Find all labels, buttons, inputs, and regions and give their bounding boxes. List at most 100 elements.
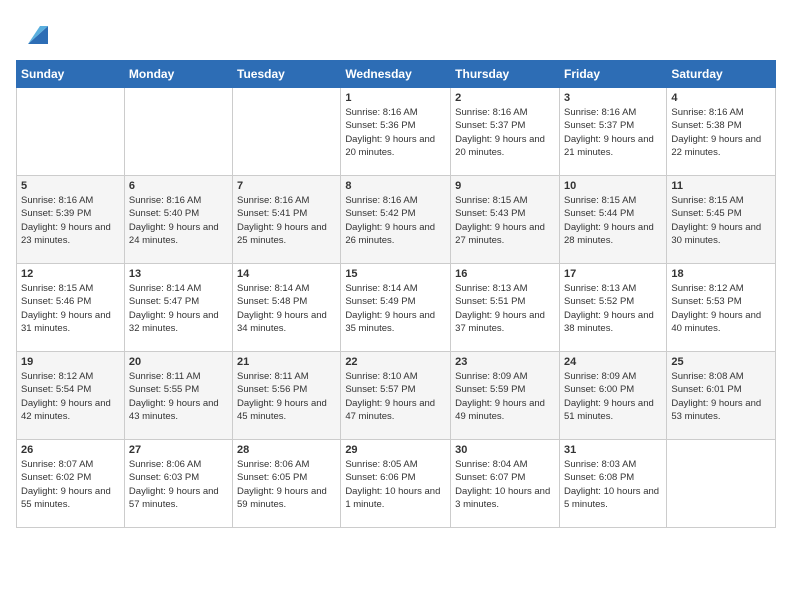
calendar-cell: 24 Sunrise: 8:09 AM Sunset: 6:00 PM Dayli… bbox=[559, 352, 666, 440]
day-info: Sunrise: 8:13 AM Sunset: 5:52 PM Dayligh… bbox=[564, 282, 662, 335]
day-info: Sunrise: 8:08 AM Sunset: 6:01 PM Dayligh… bbox=[671, 370, 771, 423]
day-info: Sunrise: 8:16 AM Sunset: 5:37 PM Dayligh… bbox=[564, 106, 662, 159]
day-info: Sunrise: 8:16 AM Sunset: 5:39 PM Dayligh… bbox=[21, 194, 120, 247]
calendar-cell: 14 Sunrise: 8:14 AM Sunset: 5:48 PM Dayli… bbox=[233, 264, 341, 352]
calendar-cell: 23 Sunrise: 8:09 AM Sunset: 5:59 PM Dayli… bbox=[451, 352, 560, 440]
calendar-cell: 3Sunrise: 8:16 AM Sunset: 5:37 PM Daylig… bbox=[559, 88, 666, 176]
day-number: 17 bbox=[564, 268, 662, 280]
calendar-cell: 16 Sunrise: 8:13 AM Sunset: 5:51 PM Dayli… bbox=[451, 264, 560, 352]
calendar-cell: 6 Sunrise: 8:16 AM Sunset: 5:40 PM Daylig… bbox=[124, 176, 232, 264]
logo-icon bbox=[20, 16, 52, 48]
calendar-cell: 2Sunrise: 8:16 AM Sunset: 5:37 PM Daylig… bbox=[451, 88, 560, 176]
day-info: Sunrise: 8:13 AM Sunset: 5:51 PM Dayligh… bbox=[455, 282, 555, 335]
day-info: Sunrise: 8:03 AM Sunset: 6:08 PM Dayligh… bbox=[564, 458, 662, 511]
day-number: 9 bbox=[455, 180, 555, 192]
weekday-header: Tuesday bbox=[233, 61, 341, 88]
calendar-week-row: 12 Sunrise: 8:15 AM Sunset: 5:46 PM Dayli… bbox=[17, 264, 776, 352]
day-number: 24 bbox=[564, 356, 662, 368]
logo bbox=[16, 16, 52, 48]
day-number: 30 bbox=[455, 444, 555, 456]
day-info: Sunrise: 8:09 AM Sunset: 5:59 PM Dayligh… bbox=[455, 370, 555, 423]
weekday-header: Sunday bbox=[17, 61, 125, 88]
day-number: 14 bbox=[237, 268, 336, 280]
weekday-header: Thursday bbox=[451, 61, 560, 88]
day-number: 18 bbox=[671, 268, 771, 280]
calendar-cell: 12 Sunrise: 8:15 AM Sunset: 5:46 PM Dayli… bbox=[17, 264, 125, 352]
day-number: 1 bbox=[345, 92, 446, 104]
day-info: Sunrise: 8:14 AM Sunset: 5:47 PM Dayligh… bbox=[129, 282, 228, 335]
day-number: 26 bbox=[21, 444, 120, 456]
day-number: 28 bbox=[237, 444, 336, 456]
day-info: Sunrise: 8:16 AM Sunset: 5:36 PM Dayligh… bbox=[345, 106, 446, 159]
calendar-cell: 4 Sunrise: 8:16 AM Sunset: 5:38 PM Daylig… bbox=[667, 88, 776, 176]
calendar-cell: 5Sunrise: 8:16 AM Sunset: 5:39 PM Daylig… bbox=[17, 176, 125, 264]
weekday-header: Monday bbox=[124, 61, 232, 88]
day-info: Sunrise: 8:11 AM Sunset: 5:55 PM Dayligh… bbox=[129, 370, 228, 423]
calendar-cell: 21Sunrise: 8:11 AM Sunset: 5:56 PM Dayli… bbox=[233, 352, 341, 440]
calendar-cell: 19 Sunrise: 8:12 AM Sunset: 5:54 PM Dayli… bbox=[17, 352, 125, 440]
day-info: Sunrise: 8:12 AM Sunset: 5:54 PM Dayligh… bbox=[21, 370, 120, 423]
day-info: Sunrise: 8:12 AM Sunset: 5:53 PM Dayligh… bbox=[671, 282, 771, 335]
calendar-cell bbox=[17, 88, 125, 176]
calendar-cell bbox=[124, 88, 232, 176]
day-info: Sunrise: 8:16 AM Sunset: 5:38 PM Dayligh… bbox=[671, 106, 771, 159]
calendar-cell: 22Sunrise: 8:10 AM Sunset: 5:57 PM Dayli… bbox=[341, 352, 451, 440]
calendar-cell: 18 Sunrise: 8:12 AM Sunset: 5:53 PM Dayli… bbox=[667, 264, 776, 352]
day-number: 6 bbox=[129, 180, 228, 192]
calendar-cell: 7Sunrise: 8:16 AM Sunset: 5:41 PM Daylig… bbox=[233, 176, 341, 264]
calendar-cell: 9 Sunrise: 8:15 AM Sunset: 5:43 PM Daylig… bbox=[451, 176, 560, 264]
day-number: 8 bbox=[345, 180, 446, 192]
calendar-cell: 29 Sunrise: 8:05 AM Sunset: 6:06 PM Dayli… bbox=[341, 440, 451, 528]
calendar-week-row: 26 Sunrise: 8:07 AM Sunset: 6:02 PM Dayli… bbox=[17, 440, 776, 528]
calendar-cell: 10 Sunrise: 8:15 AM Sunset: 5:44 PM Dayli… bbox=[559, 176, 666, 264]
calendar-cell bbox=[667, 440, 776, 528]
calendar-cell: 11Sunrise: 8:15 AM Sunset: 5:45 PM Dayli… bbox=[667, 176, 776, 264]
day-number: 4 bbox=[671, 92, 771, 104]
day-info: Sunrise: 8:15 AM Sunset: 5:46 PM Dayligh… bbox=[21, 282, 120, 335]
day-number: 16 bbox=[455, 268, 555, 280]
calendar-cell: 30 Sunrise: 8:04 AM Sunset: 6:07 PM Dayli… bbox=[451, 440, 560, 528]
calendar-cell: 26 Sunrise: 8:07 AM Sunset: 6:02 PM Dayli… bbox=[17, 440, 125, 528]
calendar-week-row: 5Sunrise: 8:16 AM Sunset: 5:39 PM Daylig… bbox=[17, 176, 776, 264]
day-info: Sunrise: 8:11 AM Sunset: 5:56 PM Dayligh… bbox=[237, 370, 336, 423]
calendar-week-row: 1 Sunrise: 8:16 AM Sunset: 5:36 PM Daylig… bbox=[17, 88, 776, 176]
calendar-cell: 25Sunrise: 8:08 AM Sunset: 6:01 PM Dayli… bbox=[667, 352, 776, 440]
day-number: 10 bbox=[564, 180, 662, 192]
calendar-cell: 15Sunrise: 8:14 AM Sunset: 5:49 PM Dayli… bbox=[341, 264, 451, 352]
day-info: Sunrise: 8:06 AM Sunset: 6:05 PM Dayligh… bbox=[237, 458, 336, 511]
calendar-cell: 27Sunrise: 8:06 AM Sunset: 6:03 PM Dayli… bbox=[124, 440, 232, 528]
calendar-cell: 28 Sunrise: 8:06 AM Sunset: 6:05 PM Dayli… bbox=[233, 440, 341, 528]
day-number: 19 bbox=[21, 356, 120, 368]
day-number: 20 bbox=[129, 356, 228, 368]
day-number: 29 bbox=[345, 444, 446, 456]
day-info: Sunrise: 8:15 AM Sunset: 5:45 PM Dayligh… bbox=[671, 194, 771, 247]
day-number: 7 bbox=[237, 180, 336, 192]
day-info: Sunrise: 8:16 AM Sunset: 5:42 PM Dayligh… bbox=[345, 194, 446, 247]
day-info: Sunrise: 8:06 AM Sunset: 6:03 PM Dayligh… bbox=[129, 458, 228, 511]
day-info: Sunrise: 8:09 AM Sunset: 6:00 PM Dayligh… bbox=[564, 370, 662, 423]
day-info: Sunrise: 8:15 AM Sunset: 5:43 PM Dayligh… bbox=[455, 194, 555, 247]
calendar-cell: 1 Sunrise: 8:16 AM Sunset: 5:36 PM Daylig… bbox=[341, 88, 451, 176]
page-header bbox=[16, 16, 776, 48]
day-info: Sunrise: 8:15 AM Sunset: 5:44 PM Dayligh… bbox=[564, 194, 662, 247]
day-info: Sunrise: 8:14 AM Sunset: 5:49 PM Dayligh… bbox=[345, 282, 446, 335]
calendar-cell: 31 Sunrise: 8:03 AM Sunset: 6:08 PM Dayli… bbox=[559, 440, 666, 528]
day-info: Sunrise: 8:05 AM Sunset: 6:06 PM Dayligh… bbox=[345, 458, 446, 511]
day-number: 2 bbox=[455, 92, 555, 104]
day-info: Sunrise: 8:07 AM Sunset: 6:02 PM Dayligh… bbox=[21, 458, 120, 511]
day-info: Sunrise: 8:16 AM Sunset: 5:40 PM Dayligh… bbox=[129, 194, 228, 247]
day-number: 12 bbox=[21, 268, 120, 280]
weekday-header: Wednesday bbox=[341, 61, 451, 88]
weekday-header: Friday bbox=[559, 61, 666, 88]
day-info: Sunrise: 8:14 AM Sunset: 5:48 PM Dayligh… bbox=[237, 282, 336, 335]
calendar-cell: 13 Sunrise: 8:14 AM Sunset: 5:47 PM Dayli… bbox=[124, 264, 232, 352]
day-info: Sunrise: 8:10 AM Sunset: 5:57 PM Dayligh… bbox=[345, 370, 446, 423]
day-number: 31 bbox=[564, 444, 662, 456]
day-number: 23 bbox=[455, 356, 555, 368]
calendar-table: SundayMondayTuesdayWednesdayThursdayFrid… bbox=[16, 60, 776, 528]
day-number: 13 bbox=[129, 268, 228, 280]
weekday-header: Saturday bbox=[667, 61, 776, 88]
calendar-cell: 8 Sunrise: 8:16 AM Sunset: 5:42 PM Daylig… bbox=[341, 176, 451, 264]
calendar-cell: 20 Sunrise: 8:11 AM Sunset: 5:55 PM Dayli… bbox=[124, 352, 232, 440]
day-info: Sunrise: 8:04 AM Sunset: 6:07 PM Dayligh… bbox=[455, 458, 555, 511]
